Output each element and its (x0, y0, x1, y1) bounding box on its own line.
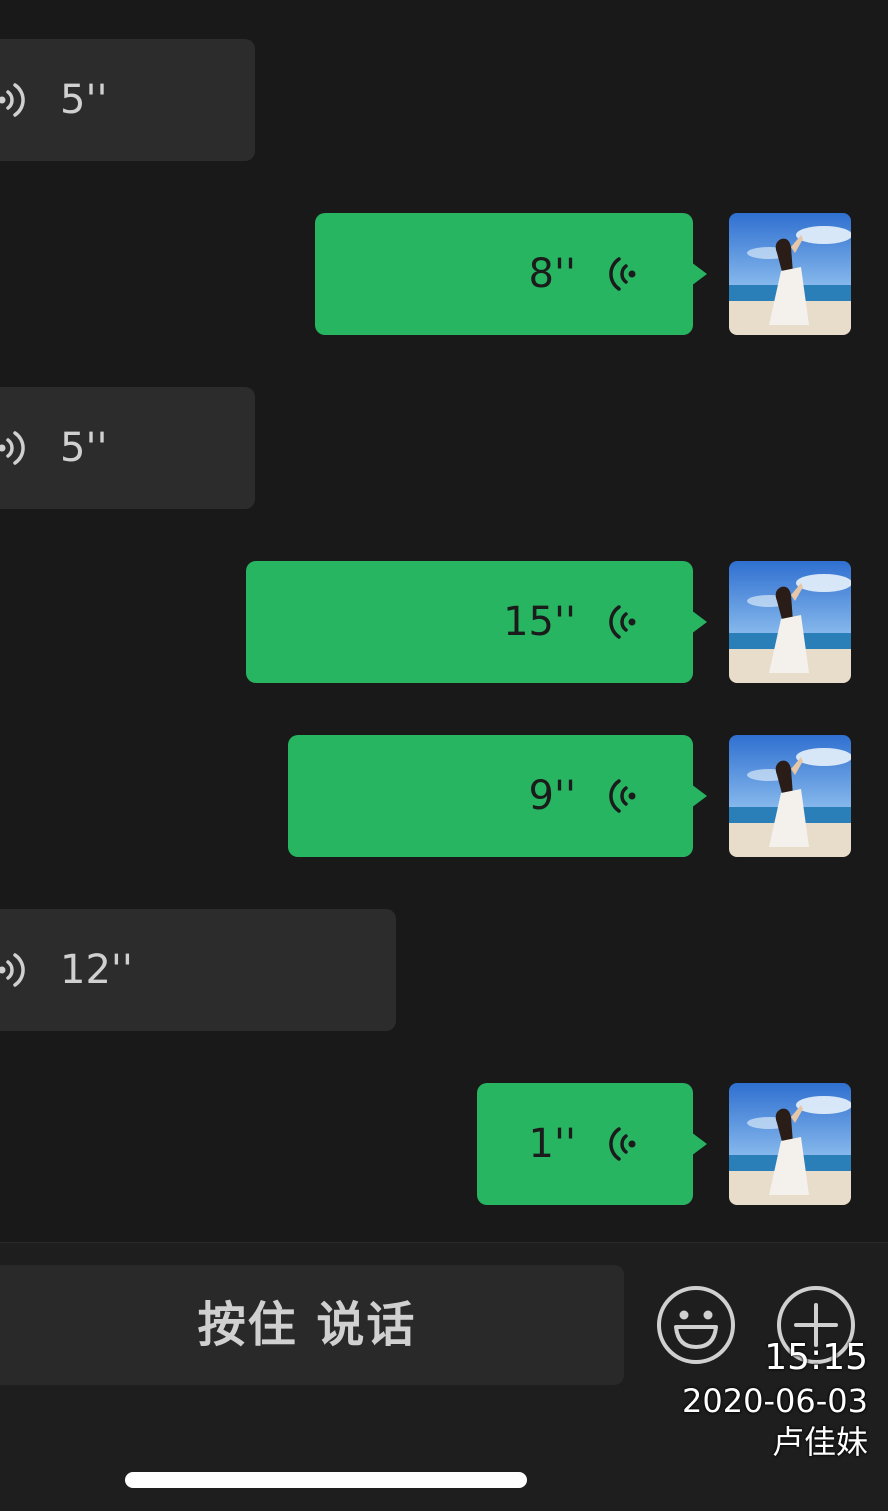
voice-wave-right-icon (0, 83, 25, 117)
chat-screen: 5'' 8'' 5'' 15'' 9'' 12'' 1'' 按住 说话 15:1… (0, 0, 888, 1511)
voice-duration: 15'' (503, 599, 576, 645)
voice-duration: 9'' (528, 773, 576, 819)
emoji-smile-icon[interactable] (656, 1285, 736, 1365)
voice-wave-left-icon (609, 779, 636, 813)
voice-wave-left-icon (609, 605, 636, 639)
voice-wave-left-icon (609, 257, 636, 291)
voice-duration: 8'' (528, 251, 576, 297)
outgoing-voice-message[interactable]: 15'' (246, 561, 707, 683)
avatar[interactable] (729, 213, 851, 335)
outgoing-voice-message[interactable]: 9'' (288, 735, 707, 857)
incoming-voice-message[interactable]: 12'' (0, 909, 396, 1031)
incoming-voice-message[interactable]: 5'' (0, 387, 255, 509)
avatar-image (729, 735, 851, 857)
outgoing-voice-message[interactable]: 1'' (477, 1083, 707, 1205)
avatar-image (729, 561, 851, 683)
home-indicator[interactable] (125, 1472, 527, 1488)
avatar[interactable] (729, 735, 851, 857)
message-list: 5'' 8'' 5'' 15'' 9'' 12'' 1'' (0, 0, 888, 1242)
avatar-image (729, 1083, 851, 1205)
input-bar: 按住 说话 (0, 1243, 888, 1511)
avatar-image (729, 213, 851, 335)
voice-wave-right-icon (0, 953, 25, 987)
watermark-time: 15:15 (764, 1337, 868, 1378)
outgoing-voice-message[interactable]: 8'' (315, 213, 707, 335)
voice-duration: 5'' (60, 425, 108, 471)
voice-duration: 5'' (60, 77, 108, 123)
avatar[interactable] (729, 1083, 851, 1205)
watermark-name: 卢佳妹 (771, 1423, 868, 1461)
voice-duration: 12'' (60, 947, 133, 993)
hold-to-talk-button[interactable]: 按住 说话 (0, 1265, 624, 1385)
watermark-date: 2020-06-03 (682, 1382, 868, 1420)
incoming-voice-message[interactable]: 5'' (0, 39, 255, 161)
voice-duration: 1'' (528, 1121, 576, 1167)
voice-wave-right-icon (0, 431, 25, 465)
avatar[interactable] (729, 561, 851, 683)
voice-wave-left-icon (609, 1127, 636, 1161)
